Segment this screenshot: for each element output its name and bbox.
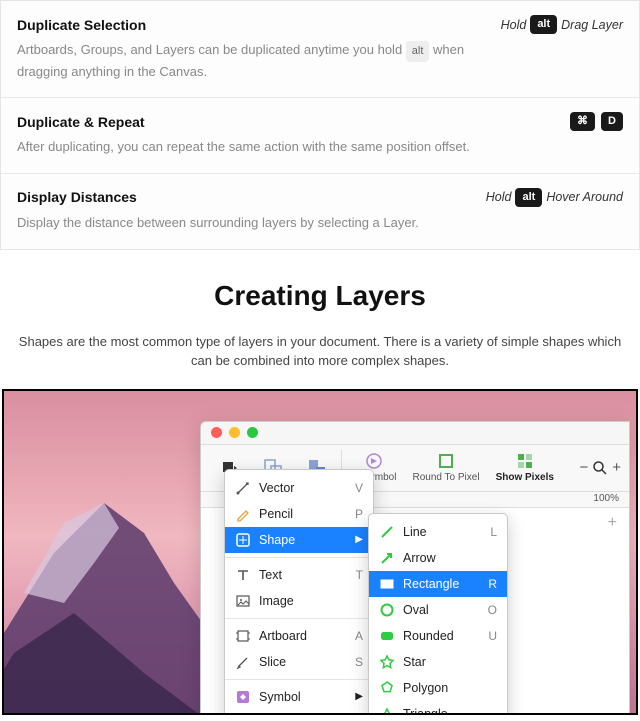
magnifier-icon	[592, 460, 608, 476]
submenu-item-shortcut: U	[488, 629, 497, 643]
shape-submenu[interactable]: Line L Arrow Rectangle R Oval O Rounded U Star Pol…	[368, 513, 508, 715]
alt-key-icon: alt	[530, 15, 557, 34]
tips-list: Duplicate Selection Hold alt Drag Layer …	[0, 0, 640, 250]
tip-hint: Hold alt Drag Layer	[501, 15, 623, 34]
tip-duplicate-selection: Duplicate Selection Hold alt Drag Layer …	[1, 1, 639, 98]
submenu-item-rectangle[interactable]: Rectangle R	[369, 571, 507, 597]
rect-icon	[379, 576, 395, 592]
menu-item-label: Artboard	[259, 629, 307, 643]
submenu-arrow-icon: ▶	[355, 691, 363, 702]
menu-item-vector[interactable]: Vector V	[225, 475, 373, 501]
menu-item-pencil[interactable]: Pencil P	[225, 501, 373, 527]
tip-desc: Artboards, Groups, and Layers can be dup…	[17, 40, 477, 81]
screenshot-figure: te Symbol Round To Pixel Show Pixels − +…	[2, 389, 638, 715]
rounded-icon	[379, 628, 395, 644]
cmd-key-icon: ⌘	[570, 112, 595, 131]
toolbar-round-to-pixel[interactable]: Round To Pixel	[406, 450, 485, 485]
artboard-icon	[235, 628, 251, 644]
submenu-item-shortcut: R	[488, 577, 497, 591]
menu-item-label: Text	[259, 568, 282, 582]
insert-menu[interactable]: VectorVPencilPShape▶TextTImageArtboardAS…	[224, 469, 374, 715]
menu-item-label: Slice	[259, 655, 286, 669]
submenu-item-shortcut: O	[488, 603, 497, 617]
submenu-item-label: Star	[403, 655, 426, 669]
toolbar-show-pixels[interactable]: Show Pixels	[490, 450, 560, 485]
submenu-item-oval[interactable]: Oval O	[369, 597, 507, 623]
oval-icon	[379, 602, 395, 618]
minimize-icon[interactable]	[229, 427, 240, 438]
menu-item-label: Shape	[259, 533, 295, 547]
tip-title: Display Distances	[17, 189, 137, 205]
add-icon[interactable]: +	[608, 514, 617, 532]
section-title: Creating Layers	[0, 280, 640, 312]
menu-item-slice[interactable]: Slice S	[225, 649, 373, 675]
star-icon	[379, 654, 395, 670]
tip-desc: Display the distance between surrounding…	[17, 213, 477, 233]
zoom-icon[interactable]	[247, 427, 258, 438]
menu-item-label: Image	[259, 594, 294, 608]
submenu-item-line[interactable]: Line L	[369, 519, 507, 545]
window-titlebar	[201, 422, 629, 444]
tip-display-distances: Display Distances Hold alt Hover Around …	[1, 174, 639, 249]
menu-item-image[interactable]: Image	[225, 588, 373, 614]
submenu-arrow-icon: ▶	[355, 534, 363, 545]
menu-item-shortcut: T	[356, 568, 363, 582]
submenu-item-label: Arrow	[403, 551, 436, 565]
submenu-item-arrow[interactable]: Arrow	[369, 545, 507, 571]
vector-icon	[235, 480, 251, 496]
polygon-icon	[379, 680, 395, 696]
menu-item-styled-text[interactable]: TStyled Text▶	[225, 710, 373, 715]
menu-item-artboard[interactable]: Artboard A	[225, 623, 373, 649]
symbol-icon	[235, 689, 251, 705]
submenu-item-shortcut: L	[490, 525, 497, 539]
tip-hint-keys: ⌘ D	[570, 112, 623, 131]
tip-title: Duplicate & Repeat	[17, 114, 145, 130]
menu-item-shortcut: A	[355, 629, 363, 643]
menu-item-label: Symbol	[259, 690, 301, 704]
submenu-item-label: Triangle	[403, 707, 448, 715]
menu-item-label: Vector	[259, 481, 294, 495]
submenu-item-label: Oval	[403, 603, 429, 617]
text-icon	[235, 567, 251, 583]
submenu-item-label: Line	[403, 525, 427, 539]
menu-item-text[interactable]: Text T	[225, 562, 373, 588]
tip-desc: After duplicating, you can repeat the sa…	[17, 137, 477, 157]
submenu-item-label: Polygon	[403, 681, 448, 695]
submenu-item-triangle[interactable]: Triangle	[369, 701, 507, 715]
d-key-icon: D	[601, 112, 623, 131]
alt-key-inline: alt	[406, 41, 430, 62]
tip-hint: Hold alt Hover Around	[486, 188, 623, 207]
submenu-item-label: Rectangle	[403, 577, 459, 591]
triangle-icon	[379, 706, 395, 715]
arrow-icon	[379, 550, 395, 566]
menu-item-shape[interactable]: Shape ▶	[225, 527, 373, 553]
submenu-item-rounded[interactable]: Rounded U	[369, 623, 507, 649]
menu-item-shortcut: S	[355, 655, 363, 669]
image-icon	[235, 593, 251, 609]
slice-icon	[235, 654, 251, 670]
submenu-item-label: Rounded	[403, 629, 454, 643]
tip-title: Duplicate Selection	[17, 17, 146, 33]
toolbar-zoom[interactable]: − +	[579, 459, 621, 476]
menu-item-shortcut: V	[355, 481, 363, 495]
menu-item-shortcut: P	[355, 507, 363, 521]
menu-item-symbol[interactable]: Symbol ▶	[225, 684, 373, 710]
close-icon[interactable]	[211, 427, 222, 438]
submenu-item-polygon[interactable]: Polygon	[369, 675, 507, 701]
alt-key-icon: alt	[515, 188, 542, 207]
menu-item-label: Pencil	[259, 507, 293, 521]
section-desc: Shapes are the most common type of layer…	[0, 332, 640, 389]
submenu-item-star[interactable]: Star	[369, 649, 507, 675]
shape-icon	[235, 532, 251, 548]
line-icon	[379, 524, 395, 540]
pencil-icon	[235, 506, 251, 522]
tip-duplicate-repeat: Duplicate & Repeat ⌘ D After duplicating…	[1, 98, 639, 174]
